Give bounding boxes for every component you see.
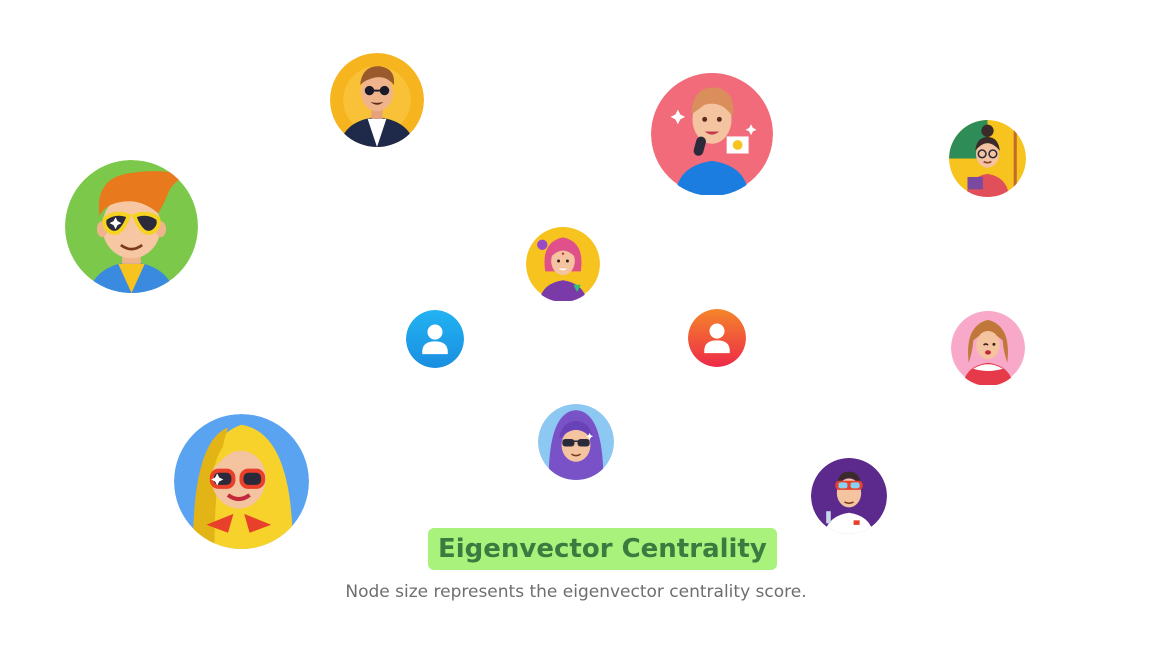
avatar-girl-pink-hair-icon — [526, 226, 600, 302]
caption-subtitle: Node size represents the eigenvector cen… — [345, 582, 807, 602]
generic-user-blue-icon — [406, 310, 464, 368]
generic-user-red-icon — [688, 309, 746, 367]
caption-title-badge: Eigenvector Centrality — [428, 528, 777, 570]
avatar-man-suit-sunglasses-icon — [330, 53, 424, 147]
avatar-woman-pink-background-icon — [951, 310, 1025, 386]
avatar-scientist-goggles-icon — [811, 458, 887, 534]
avatar-woman-microphone-icon — [651, 72, 773, 196]
avatar-boy-yellow-sunglasses-icon — [65, 160, 198, 293]
avatar-teacher-woman-icon — [949, 120, 1026, 197]
avatar-hooded-person-sunglasses-icon — [538, 404, 614, 480]
avatar-blonde-woman-red-glasses-icon — [174, 414, 309, 549]
caption-title: Eigenvector Centrality — [438, 534, 767, 564]
